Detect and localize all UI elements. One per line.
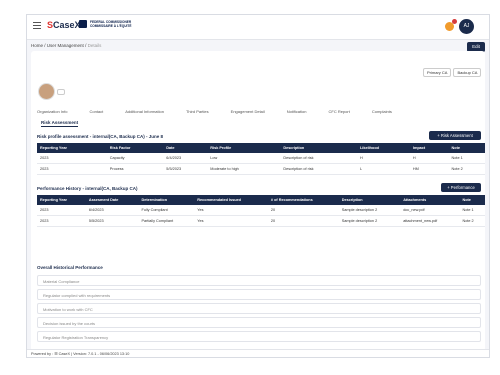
column-header[interactable]: Assesment Date — [85, 195, 139, 205]
court-decision-field[interactable]: Decision issued by the courts — [37, 317, 481, 328]
partner-name: FEDERAL COMMISSIONER COMMISSAIRE À L'ÉQU… — [90, 20, 132, 28]
registration-transparency-field[interactable]: Regulator Registration Transparency — [37, 331, 481, 342]
breadcrumb-current: Details — [87, 43, 102, 48]
ca-toggle: Primary CA Backup CA — [421, 68, 482, 77]
column-header[interactable]: Risk Factor — [106, 143, 164, 153]
primary-ca-tab[interactable]: Primary CA — [423, 68, 452, 77]
cell: Process — [106, 163, 164, 175]
cell: HM — [409, 163, 449, 175]
breadcrumb-section[interactable]: User Management — [47, 43, 84, 48]
cell: Yes — [194, 215, 268, 227]
cell: Sample description 2 — [338, 205, 401, 216]
tab-third-parties[interactable]: Third Parties — [186, 109, 209, 118]
column-header[interactable]: Date — [163, 143, 208, 153]
status-pill — [57, 89, 65, 95]
tab-cfc-report[interactable]: CFC Report — [328, 109, 349, 118]
cell: Note 2 — [459, 215, 485, 227]
risk-table: Reporting Year Risk Factor Date Risk Pro… — [37, 143, 485, 175]
cell: H — [409, 153, 449, 164]
overall-performance-title: Overall Historical Performance — [37, 265, 103, 270]
breadcrumb-home[interactable]: Home — [31, 43, 43, 48]
column-header[interactable]: Description — [280, 143, 357, 153]
tab-complaints[interactable]: Complaints — [372, 109, 392, 118]
partner-mark-icon — [79, 20, 87, 28]
column-header[interactable]: Description — [338, 195, 401, 205]
performance-table: Reporting Year Assesment Date Determinat… — [37, 195, 485, 227]
tab-risk-assessment[interactable]: Risk Assessment — [41, 120, 79, 127]
details-card: Primary CA Backup CA Organization Info C… — [31, 51, 485, 351]
nav-tabs: Organization Info Contact Additional Inf… — [37, 109, 487, 118]
risk-section-title: Risk profile assessment - internal(CA, B… — [37, 134, 164, 139]
column-header[interactable]: Impact — [409, 143, 449, 153]
top-bar: SCaseX FEDERAL COMMISSIONER COMMISSAIRE … — [27, 15, 489, 40]
column-header[interactable]: Reporting Year — [37, 195, 86, 205]
tab-notification[interactable]: Notification — [287, 109, 307, 118]
performance-section-title: Performance History - internal(CA, Backu… — [37, 186, 138, 191]
tab-engagement-detail[interactable]: Engagement Detail — [231, 109, 265, 118]
cell: Capacity — [106, 153, 164, 164]
cell: L — [356, 163, 410, 175]
partner-logo: FEDERAL COMMISSIONER COMMISSAIRE À L'ÉQU… — [79, 20, 132, 28]
cell: 5/5/2023 — [85, 215, 139, 227]
backup-ca-tab[interactable]: Backup CA — [453, 68, 482, 77]
cell: Description of risk — [280, 163, 357, 175]
cell: Sample description 2 — [338, 215, 401, 227]
cell: Note 1 — [448, 153, 485, 164]
table-row[interactable]: 2023 6/4/2023 Fully Compliant Yes 20 Sample d… — [37, 205, 485, 216]
profile-photo — [38, 83, 55, 100]
cell: 2023 — [37, 205, 86, 216]
cell: 2023 — [37, 153, 107, 164]
cell: Note 2 — [448, 163, 485, 175]
column-header[interactable]: Likelihood — [356, 143, 410, 153]
cell: 6/4/2023 — [85, 205, 139, 216]
tab-contact[interactable]: Contact — [89, 109, 103, 118]
table-header-row: Reporting Year Assesment Date Determinat… — [37, 195, 485, 205]
table-row[interactable]: 2023 Process 5/5/2023 Moderate to high Descr… — [37, 163, 485, 175]
menu-icon[interactable] — [33, 22, 41, 31]
tab-organization-info[interactable]: Organization Info — [37, 109, 67, 118]
table-header-row: Reporting Year Risk Factor Date Risk Pro… — [37, 143, 485, 153]
attachment-link[interactable]: doc_new.pdf — [400, 205, 460, 216]
cell: 5/5/2023 — [163, 163, 208, 175]
app-window: SCaseX FEDERAL COMMISSIONER COMMISSAIRE … — [26, 14, 490, 358]
column-header[interactable]: Attachments — [400, 195, 460, 205]
cell: 2023 — [37, 163, 107, 175]
column-header[interactable]: Reporting Year — [37, 143, 107, 153]
add-risk-assessment-button[interactable]: + Risk Assessment — [429, 131, 481, 140]
motivation-field[interactable]: Motivation to work with CFC — [37, 303, 481, 314]
table-row[interactable]: 2023 Capacity 6/4/2023 Low Description of ri… — [37, 153, 485, 164]
notification-dot — [452, 19, 457, 24]
breadcrumb: Home / User Management / Details — [31, 43, 102, 48]
column-header[interactable]: # of Recommendations — [267, 195, 339, 205]
cell: Low — [207, 153, 281, 164]
attachment-link[interactable]: attachment_new.pdf — [400, 215, 460, 227]
notification-bell-icon[interactable] — [445, 19, 457, 31]
user-avatar[interactable]: AJ — [459, 19, 474, 34]
cell: Note 1 — [459, 205, 485, 216]
cell: Fully Compliant — [138, 205, 195, 216]
column-header[interactable]: Note — [448, 143, 485, 153]
tab-additional-information[interactable]: Additional Information — [125, 109, 164, 118]
cell: H — [356, 153, 410, 164]
table-row[interactable]: 2023 5/5/2023 Partially Compliant Yes 20 Samp… — [37, 215, 485, 227]
material-compliance-field[interactable]: Material Compliance — [37, 275, 481, 286]
cell: 6/4/2023 — [163, 153, 208, 164]
cell: Description of risk — [280, 153, 357, 164]
add-performance-button[interactable]: + Performance — [441, 183, 481, 192]
cell: Moderate to high — [207, 163, 281, 175]
cell: 2023 — [37, 215, 86, 227]
cell: Partially Compliant — [138, 215, 195, 227]
app-logo: SCaseX — [47, 20, 81, 30]
cell: 20 — [267, 215, 339, 227]
footer: Powered by : ☰ CaseX | Version: 7.0.1 - … — [27, 349, 489, 357]
column-header[interactable]: Determination — [138, 195, 195, 205]
cell: Yes — [194, 205, 268, 216]
cell: 20 — [267, 205, 339, 216]
regulator-complied-field[interactable]: Regulator complied with requirements — [37, 289, 481, 300]
column-header[interactable]: Risk Profile — [207, 143, 281, 153]
column-header[interactable]: Recommendated Issued — [194, 195, 268, 205]
column-header[interactable]: Note — [459, 195, 485, 205]
